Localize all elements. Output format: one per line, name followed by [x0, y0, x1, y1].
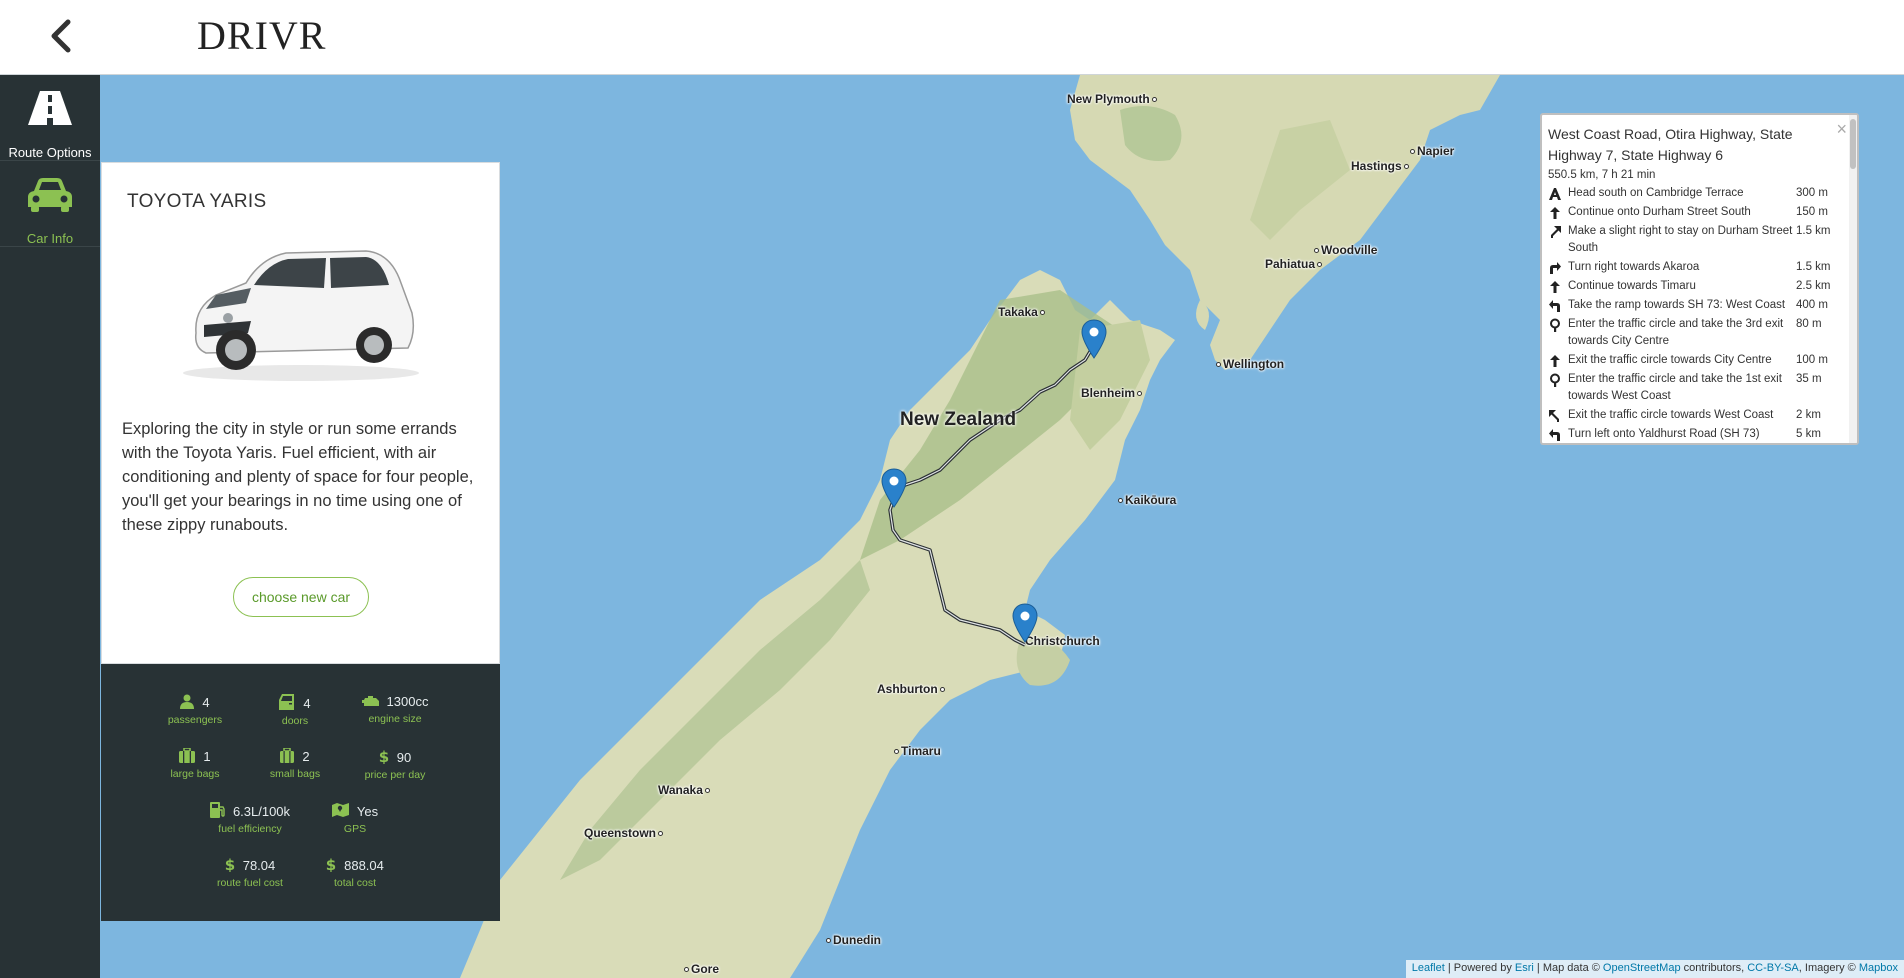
town-label: Blenheim [1081, 386, 1144, 400]
osm-link[interactable]: OpenStreetMap [1603, 962, 1681, 974]
town-label: Pahiatua [1265, 257, 1324, 271]
spec-small-bags: 2 small bags [269, 747, 321, 780]
town-label: Woodville [1312, 243, 1377, 257]
car-image [183, 250, 419, 381]
town-label: Hastings [1351, 159, 1411, 173]
route-step[interactable]: Enter the traffic circle and take the 3r… [1548, 316, 1848, 350]
town-label: Kaikōura [1116, 493, 1176, 507]
svg-text:$: $ [225, 856, 235, 872]
sidebar-item-label: Route Options [8, 145, 92, 160]
straight-icon [1550, 207, 1560, 219]
map-attribution: Leaflet | Powered by Esri | Map data © O… [1405, 960, 1904, 978]
turn-left-icon [1549, 429, 1560, 441]
spec-total-cost: $888.04 total cost [326, 856, 384, 889]
dollar-icon: $ [225, 856, 235, 874]
town-label: Ashburton [877, 682, 947, 696]
leaflet-link[interactable]: Leaflet [1412, 962, 1445, 974]
dollar-icon: $ [326, 856, 336, 874]
map-marker-icon[interactable] [1081, 319, 1107, 359]
sidebar-item-label: Car Info [26, 231, 74, 246]
esri-link[interactable]: Esri [1515, 962, 1534, 974]
suitcase-icon [179, 747, 196, 763]
route-step[interactable]: Turn left onto Yaldhurst Road (SH 73) 5 k… [1548, 426, 1848, 443]
door-icon [279, 694, 295, 710]
route-step[interactable]: Exit the traffic circle towards City Cen… [1548, 352, 1848, 369]
route-instructions-panel[interactable]: × West Coast Road, Otira Highway, State … [1540, 113, 1859, 445]
slight-left-icon [1549, 410, 1559, 422]
route-step[interactable]: Head south on Cambridge Terrace 300 m [1548, 185, 1848, 202]
route-step[interactable]: Exit the traffic circle towards West Coa… [1548, 407, 1848, 424]
engine-icon [361, 696, 379, 706]
town-label: Queenstown [584, 826, 665, 840]
town-label: Timaru [892, 744, 941, 758]
route-step[interactable]: Enter the traffic circle and take the 1s… [1548, 371, 1848, 405]
spec-fuel: 6.3L/100k fuel efficiency [195, 802, 305, 835]
spec-doors: 4 doors [240, 694, 350, 727]
town-label: Dunedin [824, 933, 881, 947]
road-icon [28, 91, 72, 125]
spec-engine: 1300cc engine size [340, 694, 450, 725]
town-label: New Plymouth [1067, 92, 1159, 106]
turn-right-icon [1550, 262, 1561, 274]
straight-icon [1550, 281, 1560, 293]
roundabout-icon [1550, 373, 1560, 387]
scrollbar-thumb[interactable] [1850, 119, 1856, 169]
sidebar-item-route-options[interactable]: Route Options [0, 75, 100, 161]
sidebar: Route Options Car Info [0, 75, 100, 978]
town-label: Takaka [998, 305, 1047, 319]
roundabout-icon [1550, 318, 1560, 332]
bag-icon [280, 747, 295, 763]
brand-logo: DRIVR [197, 13, 327, 58]
spec-gps: Yes GPS [300, 802, 410, 835]
route-step[interactable]: Make a slight right to stay on Durham St… [1548, 223, 1848, 257]
spec-price: $90 price per day [364, 748, 426, 781]
route-step[interactable]: Continue onto Durham Street South 150 m [1548, 204, 1848, 221]
spec-large-bags: 1 large bags [170, 747, 220, 780]
sidebar-item-car-info[interactable]: Car Info [0, 161, 100, 247]
route-step[interactable]: Continue towards Timaru 2.5 km [1548, 278, 1848, 295]
car-info-card: TOYOTA YARIS Exploring the city in style… [101, 162, 500, 664]
route-summary: 550.5 km, 7 h 21 min [1548, 169, 1656, 181]
car-specs-panel: 4 passengers 4 doors 1300cc engine size … [101, 664, 500, 921]
ramp-left-icon [1549, 300, 1560, 312]
fuel-icon [209, 802, 225, 818]
svg-text:$: $ [379, 748, 389, 764]
route-step[interactable]: Turn right towards Akaroa 1.5 km [1548, 259, 1848, 276]
spec-route-fuel-cost: $78.04 route fuel cost [217, 856, 283, 889]
car-icon [28, 178, 72, 212]
town-label: Wanaka [658, 783, 712, 797]
route-name: West Coast Road, Otira Highway, State Hi… [1548, 126, 1793, 163]
region-label: New Zealand [900, 409, 1017, 430]
route-step[interactable]: Take the ramp towards SH 73: West Coast 4… [1548, 297, 1848, 314]
map-marker-icon[interactable] [1012, 603, 1038, 643]
svg-text:$: $ [326, 856, 336, 872]
top-bar: DRIVR [0, 0, 1904, 75]
route-steps: Head south on Cambridge Terrace 300 m Con… [1548, 185, 1848, 443]
spec-passengers: 4 passengers [167, 694, 223, 726]
car-title: TOYOTA YARIS [127, 191, 267, 212]
close-icon[interactable]: × [1836, 119, 1847, 140]
town-label: Wellington [1214, 357, 1284, 371]
back-button[interactable] [44, 16, 80, 56]
slight-right-icon [1551, 226, 1561, 238]
license-link[interactable]: CC-BY-SA [1747, 962, 1799, 974]
car-description: Exploring the city in style or run some … [122, 420, 474, 534]
person-icon [180, 694, 195, 709]
depart-icon [1549, 188, 1561, 200]
choose-new-car-button[interactable]: choose new car [233, 577, 369, 617]
map-marker-icon[interactable] [881, 468, 907, 508]
chevron-left-icon [51, 19, 71, 53]
town-label: Gore [682, 962, 719, 976]
straight-icon [1550, 355, 1560, 367]
mapbox-link[interactable]: Mapbox [1859, 962, 1898, 974]
dollar-icon: $ [379, 748, 389, 766]
map-icon [331, 803, 349, 817]
town-label: Napier [1408, 144, 1454, 158]
route-scrollbar[interactable] [1849, 115, 1857, 443]
